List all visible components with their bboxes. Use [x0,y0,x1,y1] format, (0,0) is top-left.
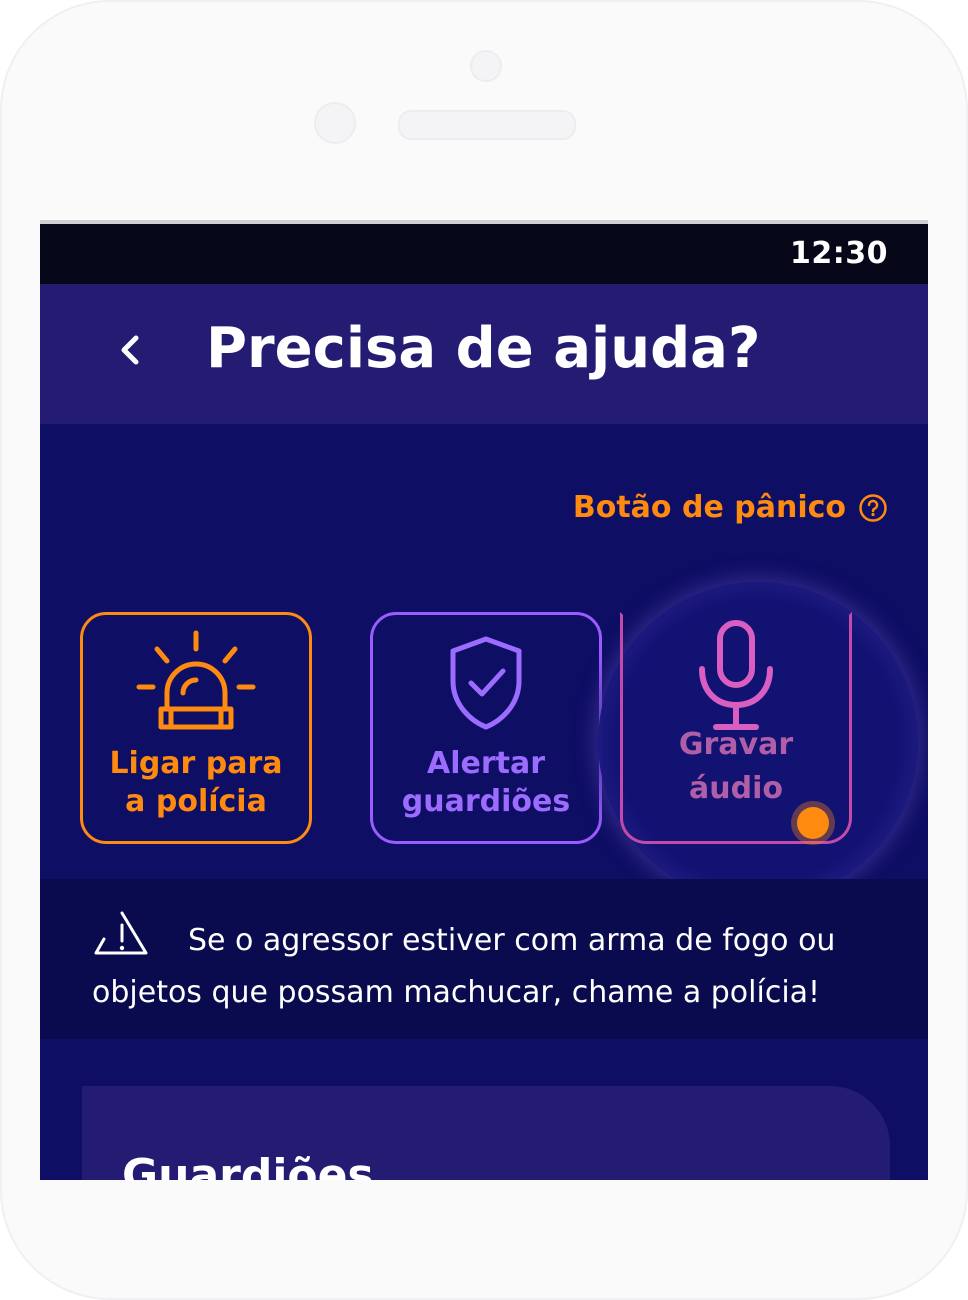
question-circle-icon[interactable] [858,493,888,523]
page-title: Precisa de ajuda? [206,316,761,381]
siren-icon [131,629,261,743]
panic-button-info[interactable]: Botão de pânico [573,490,888,525]
record-audio-label: Gravar áudio [623,723,849,811]
app-header: Precisa de ajuda? [40,284,928,424]
alert-guardians-label: Alertar guardiões [373,745,599,821]
call-police-label-line2: a polícia [125,784,267,819]
call-police-label-line1: Ligar para [109,746,283,781]
record-audio-button[interactable]: Gravar áudio [620,612,852,844]
chevron-left-icon[interactable] [112,328,148,372]
guardians-title: Guardiões [122,1150,374,1180]
record-audio-label-line2: áudio [689,771,783,806]
call-police-button[interactable]: Ligar para a polícia [80,612,312,844]
status-time: 12:30 [790,236,888,271]
shield-check-icon [441,633,531,737]
call-police-label: Ligar para a polícia [83,745,309,821]
earpiece-speaker [398,110,576,140]
alert-guardians-label-line2: guardiões [401,784,571,819]
record-audio-label-line1: Gravar [678,727,794,762]
warning-text: Se o agressor estiver com arma de fogo o… [92,923,836,1010]
app-screen: 12:30 Precisa de ajuda? Botão de pânico [40,220,928,1180]
alert-guardians-label-line1: Alertar [426,746,546,781]
status-bar: 12:30 [40,224,928,284]
guardians-card: Guardiões [82,1086,890,1180]
proximity-sensor [470,50,502,82]
alert-guardians-button[interactable]: Alertar guardiões [370,612,602,844]
warning-banner: Se o agressor estiver com arma de fogo o… [40,879,928,1039]
front-camera [314,102,356,144]
panic-button-label: Botão de pânico [572,490,846,525]
recording-indicator [797,807,829,839]
